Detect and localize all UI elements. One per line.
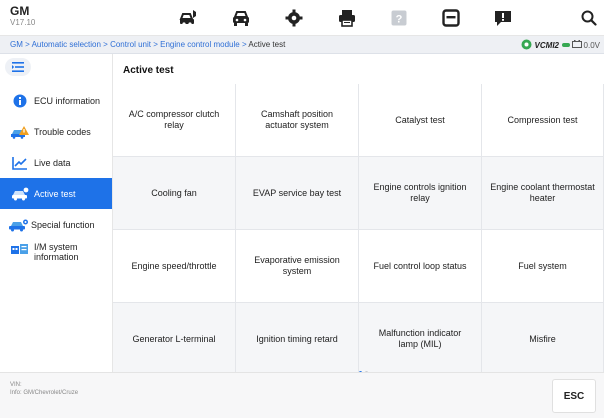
breadcrumb-separator: > <box>100 40 111 49</box>
test-item-fuel-system[interactable]: Fuel system <box>482 230 604 303</box>
sidebar: ECU information Trouble codes Live data … <box>0 54 113 372</box>
vci-link-icon <box>562 41 570 50</box>
sidebar-item-live-data[interactable]: Live data <box>0 147 112 178</box>
breadcrumb-item-control-unit[interactable]: Control unit <box>110 40 151 49</box>
top-toolbar: GM V17.10 ? <box>0 0 604 36</box>
breadcrumb-separator: > <box>151 40 161 49</box>
app-version: V17.10 <box>10 18 36 27</box>
brand-name: GM <box>10 4 30 18</box>
breadcrumb-bar: GM > Automatic selection > Control unit … <box>0 36 604 54</box>
sidebar-item-active-test[interactable]: Active test <box>0 178 112 209</box>
special-function-icon <box>7 217 29 233</box>
sidebar-item-label: Trouble codes <box>34 126 91 137</box>
vehicle-info: VIN: Info: GM/Chevrolet/Cruze <box>10 381 78 397</box>
test-item-evaporative-emission-system[interactable]: Evaporative emission system <box>236 230 359 303</box>
sidebar-item-label: I/M system information <box>34 242 79 262</box>
printer-icon[interactable] <box>336 7 358 29</box>
active-test-icon <box>10 186 30 202</box>
vehicle-info-text: Info: GM/Chevrolet/Cruze <box>10 390 79 396</box>
breadcrumb-separator: > <box>22 40 32 49</box>
trouble-codes-icon <box>10 124 30 140</box>
test-item-malfunction-indicator-lamp[interactable]: Malfunction indicator lamp (MIL) <box>359 303 482 372</box>
im-system-icon <box>10 242 30 258</box>
sidebar-item-label: Live data <box>34 157 71 168</box>
breadcrumb-item-engine-control-module[interactable]: Engine control module <box>160 40 240 49</box>
test-item-evap-service-bay-test[interactable]: EVAP service bay test <box>236 157 359 230</box>
vin-label: VIN: <box>10 382 22 388</box>
breadcrumb-item-automatic-selection[interactable]: Automatic selection <box>32 40 101 49</box>
test-item-generator-l-terminal[interactable]: Generator L-terminal <box>113 303 236 372</box>
sidebar-item-label: Active test <box>34 188 76 199</box>
voltage-status: 0.0V <box>571 40 600 50</box>
test-item-cooling-fan[interactable]: Cooling fan <box>113 157 236 230</box>
test-item-camshaft-position-actuator-system[interactable]: Camshaft position actuator system <box>236 84 359 157</box>
help-icon[interactable]: ? <box>388 7 410 29</box>
test-item-engine-controls-ignition-relay[interactable]: Engine controls ignition relay <box>359 157 482 230</box>
menu-toggle-button[interactable] <box>5 58 31 76</box>
test-item-fuel-control-loop-status[interactable]: Fuel control loop status <box>359 230 482 303</box>
sidebar-item-ecu-information[interactable]: ECU information <box>0 85 112 116</box>
info-icon <box>10 93 30 109</box>
sidebar-item-trouble-codes[interactable]: Trouble codes <box>0 116 112 147</box>
car-home-icon[interactable] <box>177 7 199 29</box>
settings-gear-icon[interactable] <box>283 7 305 29</box>
voltage-value: 0.0V <box>583 40 600 50</box>
esc-button[interactable]: ESC <box>552 379 596 413</box>
vci-status: VCMI2 <box>521 39 570 52</box>
test-item-ignition-timing-retard[interactable]: Ignition timing retard <box>236 303 359 372</box>
footer-bar: VIN: Info: GM/Chevrolet/Cruze ESC <box>0 372 604 418</box>
active-test-grid: A/C compressor clutch relay Camshaft pos… <box>113 84 604 372</box>
test-item-engine-coolant-thermostat-heater[interactable]: Engine coolant thermostat heater <box>482 157 604 230</box>
sidebar-item-im-system-information[interactable]: I/M system information <box>0 238 112 270</box>
test-item-engine-speed-throttle[interactable]: Engine speed/throttle <box>113 230 236 303</box>
test-item-misfire[interactable]: Misfire <box>482 303 604 372</box>
save-icon[interactable] <box>440 7 462 29</box>
breadcrumb-item-gm[interactable]: GM <box>10 40 23 49</box>
breadcrumb-current: Active test <box>248 40 286 49</box>
svg-text:?: ? <box>396 14 403 26</box>
brand-block: GM V17.10 <box>10 5 35 28</box>
main-panel: Active test A/C compressor clutch relay … <box>113 54 604 372</box>
car-icon[interactable] <box>230 7 252 29</box>
message-icon[interactable] <box>492 7 514 29</box>
live-data-icon <box>10 155 30 171</box>
test-item-catalyst-test[interactable]: Catalyst test <box>359 84 482 157</box>
sidebar-item-special-function[interactable]: Special function <box>0 209 112 240</box>
sidebar-item-label: ECU information <box>34 95 101 106</box>
breadcrumb: GM > Automatic selection > Control unit … <box>10 40 285 49</box>
test-item-ac-compressor-clutch-relay[interactable]: A/C compressor clutch relay <box>113 84 236 157</box>
page-title: Active test <box>123 65 174 76</box>
test-item-compression-test[interactable]: Compression test <box>482 84 604 157</box>
vci-connection-icon <box>521 39 532 52</box>
vci-label: VCMI2 <box>534 41 559 50</box>
search-icon[interactable] <box>578 7 600 29</box>
battery-icon <box>571 40 582 50</box>
sidebar-item-label: Special function <box>31 219 95 230</box>
hamburger-menu-icon <box>12 62 24 72</box>
